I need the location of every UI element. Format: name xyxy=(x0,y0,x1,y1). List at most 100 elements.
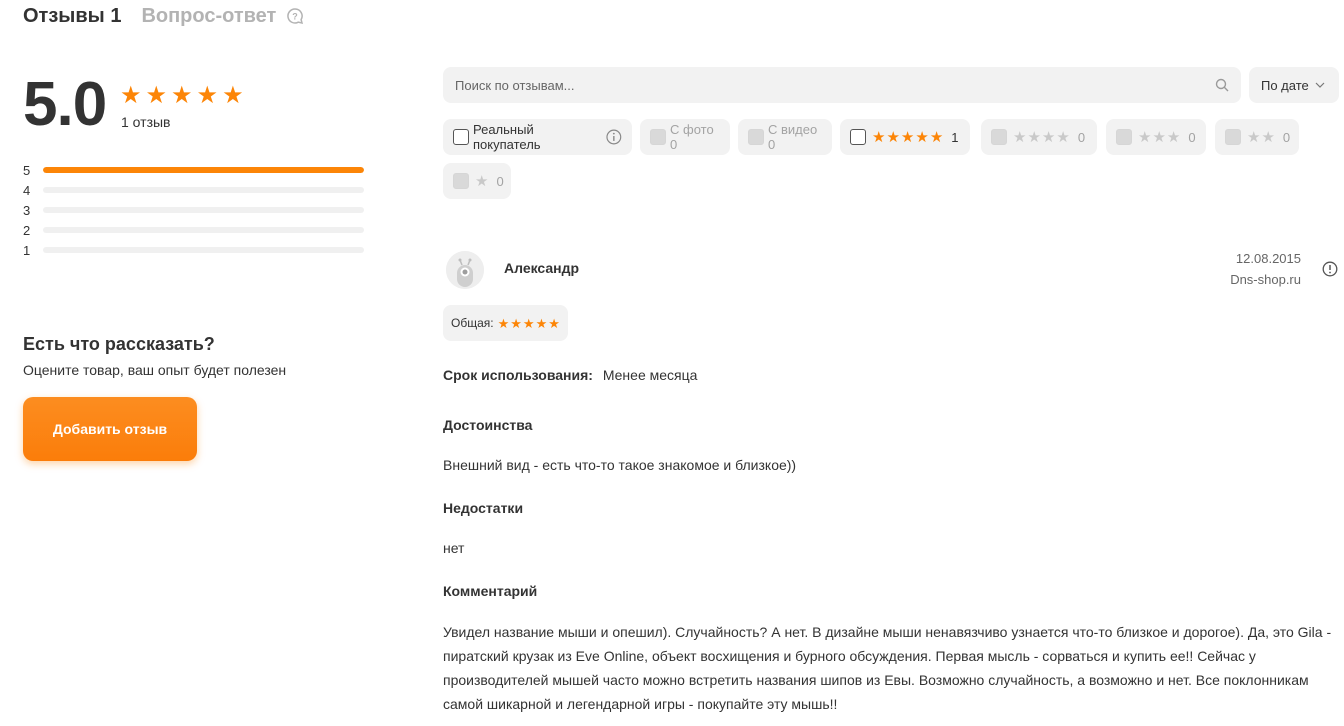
sort-dropdown[interactable]: По дате xyxy=(1249,67,1339,103)
reviews-tabs: Отзывы 1 Вопрос-ответ ? xyxy=(23,4,304,28)
filter-stars: ★ xyxy=(475,174,488,189)
star-icon: ★ xyxy=(475,172,489,190)
rating-bar-track xyxy=(43,207,364,213)
tab-qa[interactable]: Вопрос-ответ xyxy=(141,4,276,28)
tab-reviews-label: Отзывы xyxy=(23,5,105,27)
filter-with-video[interactable]: С видео 0 xyxy=(738,119,832,155)
review-search-input[interactable] xyxy=(455,77,1215,93)
star-icon: ★ xyxy=(145,82,168,109)
comment-text: Увидел название мыши и опешил). Случайно… xyxy=(443,624,1332,712)
rating-bar-track xyxy=(43,247,364,253)
rating-bar-track xyxy=(43,187,364,193)
star-icon: ★ xyxy=(497,315,510,331)
rating-distribution: 5 4 3 2 1 xyxy=(23,160,364,260)
overall-label: Общая: xyxy=(451,316,494,330)
star-icon: ★ xyxy=(1013,128,1027,146)
filter-count: 0 xyxy=(1188,129,1196,145)
usage-label: Срок использования: xyxy=(443,367,593,383)
avatar xyxy=(446,251,484,289)
cta-subtitle: Оцените товар, ваш опыт будет полезен xyxy=(23,362,287,378)
star-icon: ★ xyxy=(196,82,219,109)
cta-title: Есть что рассказать? xyxy=(23,334,215,354)
filter-count: 0 xyxy=(496,173,504,189)
rating-bar-row: 4 xyxy=(23,180,364,200)
filter-stars: ★ ★ ★ xyxy=(1138,130,1180,145)
with-photo-checkbox[interactable] xyxy=(650,129,666,145)
filter-count: 1 xyxy=(951,129,959,145)
cons-text: нет xyxy=(443,540,465,556)
star-icon: ★ xyxy=(886,128,900,146)
star-icon: ★ xyxy=(900,128,915,146)
star-icon: ★ xyxy=(1138,128,1152,146)
pros-text: Внешний вид - есть что-то такое знакомое… xyxy=(443,457,797,473)
rating-bar-fill xyxy=(43,167,364,173)
star-icon: ★ xyxy=(171,82,193,109)
star-icon: ★ xyxy=(1152,128,1166,146)
filter-stars: ★ ★ ★ ★ xyxy=(1013,130,1070,145)
star-icon: ★ xyxy=(522,315,535,331)
review-source: Dns-shop.ru xyxy=(1230,272,1301,287)
review-date: 12.08.2015 xyxy=(1235,251,1301,266)
filter-real-buyer[interactable]: Реальный покупатель xyxy=(443,119,632,155)
search-icon[interactable] xyxy=(1215,78,1229,92)
rating-bar-label: 4 xyxy=(23,182,31,198)
cons-heading: Недостатки xyxy=(443,500,524,516)
rating-bar-track xyxy=(43,167,364,173)
usage-period: Срок использования: Менее месяца xyxy=(443,367,697,383)
star-icon: ★ xyxy=(535,315,548,331)
rating-bar-row: 3 xyxy=(23,200,364,220)
rating-bar-track xyxy=(43,227,364,233)
star-icon: ★ xyxy=(510,315,522,331)
svg-text:?: ? xyxy=(293,12,299,22)
filter-stars: ★ ★ ★ ★ ★ xyxy=(872,130,943,145)
rating-bar-row: 1 xyxy=(23,240,364,260)
stars-2-checkbox[interactable] xyxy=(1225,129,1241,145)
star-icon: ★ xyxy=(1056,128,1070,146)
filter-stars-2[interactable]: ★ ★ 0 xyxy=(1215,119,1299,155)
tab-reviews[interactable]: Отзывы 1 xyxy=(23,4,121,28)
report-icon[interactable] xyxy=(1322,261,1338,277)
add-review-button[interactable]: Добавить отзыв xyxy=(23,397,197,461)
rating-bar-row: 2 xyxy=(23,220,364,240)
review-count: 1 отзыв xyxy=(121,114,171,130)
filter-count: 0 xyxy=(1282,129,1291,145)
stars-1-checkbox[interactable] xyxy=(453,173,469,189)
sort-selected-value: По дате xyxy=(1261,77,1309,93)
stars-4-checkbox[interactable] xyxy=(991,129,1007,145)
filter-stars-5[interactable]: ★ ★ ★ ★ ★ 1 xyxy=(840,119,970,155)
filter-stars-3[interactable]: ★ ★ ★ 0 xyxy=(1106,119,1206,155)
filter-stars: ★ ★ xyxy=(1247,130,1275,145)
filter-with-photo[interactable]: С фото 0 xyxy=(640,119,730,155)
stars-3-checkbox[interactable] xyxy=(1116,129,1132,145)
chat-question-icon: ? xyxy=(287,8,304,24)
stars-5-checkbox[interactable] xyxy=(850,129,866,145)
star-icon: ★ xyxy=(1247,128,1261,146)
star-icon: ★ xyxy=(120,82,142,109)
tab-reviews-count: 1 xyxy=(110,5,122,27)
filter-real-buyer-label: Реальный покупатель xyxy=(473,122,541,152)
filter-stars-1[interactable]: ★ 0 xyxy=(443,163,511,199)
comment-heading: Комментарий xyxy=(443,583,538,599)
rating-bar-label: 1 xyxy=(23,242,31,258)
rating-bar-label: 2 xyxy=(23,222,31,238)
usage-value: Менее месяца xyxy=(602,367,698,383)
review-search-box xyxy=(443,67,1241,103)
info-icon[interactable] xyxy=(606,129,622,145)
overall-stars: ★ ★ ★ ★ ★ xyxy=(498,317,560,330)
star-icon: ★ xyxy=(222,82,244,109)
star-icon: ★ xyxy=(1041,128,1056,146)
rating-bar-label: 5 xyxy=(23,162,31,178)
average-rating-stars: ★ ★ ★ ★ ★ xyxy=(120,82,244,109)
star-icon: ★ xyxy=(872,128,886,146)
chevron-down-icon xyxy=(1315,82,1325,88)
star-icon: ★ xyxy=(929,128,944,146)
filter-stars-4[interactable]: ★ ★ ★ ★ 0 xyxy=(981,119,1097,155)
star-icon: ★ xyxy=(915,128,929,146)
review-author: Александр xyxy=(504,260,580,276)
average-rating: 5.0 xyxy=(23,70,107,139)
real-buyer-checkbox[interactable] xyxy=(453,129,469,145)
with-video-checkbox[interactable] xyxy=(748,129,764,145)
pros-heading: Достоинства xyxy=(443,417,533,433)
rating-bar-row: 5 xyxy=(23,160,364,180)
robot-avatar-icon xyxy=(446,251,484,289)
